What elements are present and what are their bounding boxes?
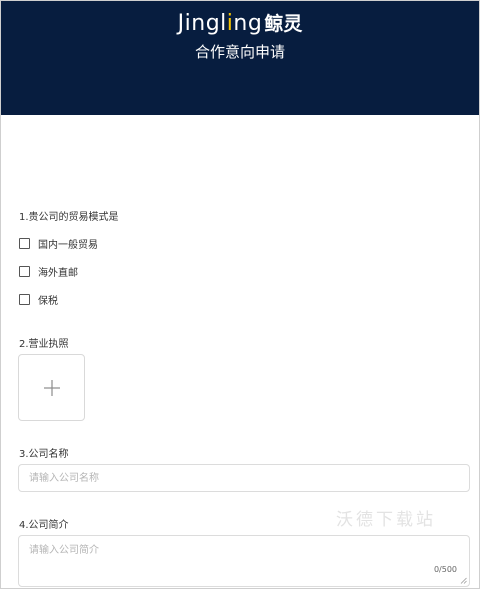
character-counter: 0/500 — [433, 565, 457, 574]
page-header: Jingling 鲸灵 合作意向申请 — [1, 1, 479, 115]
checkbox[interactable] — [19, 294, 30, 305]
checkbox[interactable] — [19, 266, 30, 277]
option-overseas-direct-mail[interactable]: 海外直邮 — [19, 264, 78, 279]
brand-logo: Jingling 鲸灵 — [1, 9, 479, 36]
business-license-upload-button[interactable] — [18, 354, 85, 421]
option-bonded[interactable]: 保税 — [19, 292, 58, 307]
checkbox[interactable] — [19, 238, 30, 249]
option-label: 保税 — [38, 296, 58, 307]
resize-handle-icon[interactable] — [460, 577, 467, 584]
brand-logo-latin: Jingling — [177, 11, 263, 36]
company-intro-field: 0/500 — [18, 535, 470, 587]
question-1-label: 1.贵公司的贸易模式是 — [19, 212, 119, 223]
brand-logo-chinese: 鲸灵 — [264, 13, 303, 35]
question-3-label: 3.公司名称 — [19, 449, 69, 460]
option-label: 国内一般贸易 — [38, 240, 98, 251]
question-2-label: 2.营业执照 — [19, 339, 69, 350]
company-name-input[interactable] — [18, 464, 470, 492]
plus-icon — [43, 379, 60, 396]
option-domestic-trade[interactable]: 国内一般贸易 — [19, 236, 98, 251]
option-label: 海外直邮 — [38, 268, 78, 279]
question-4-label: 4.公司简介 — [19, 520, 69, 531]
page-title: 合作意向申请 — [194, 43, 285, 61]
company-intro-textarea[interactable] — [19, 536, 469, 586]
